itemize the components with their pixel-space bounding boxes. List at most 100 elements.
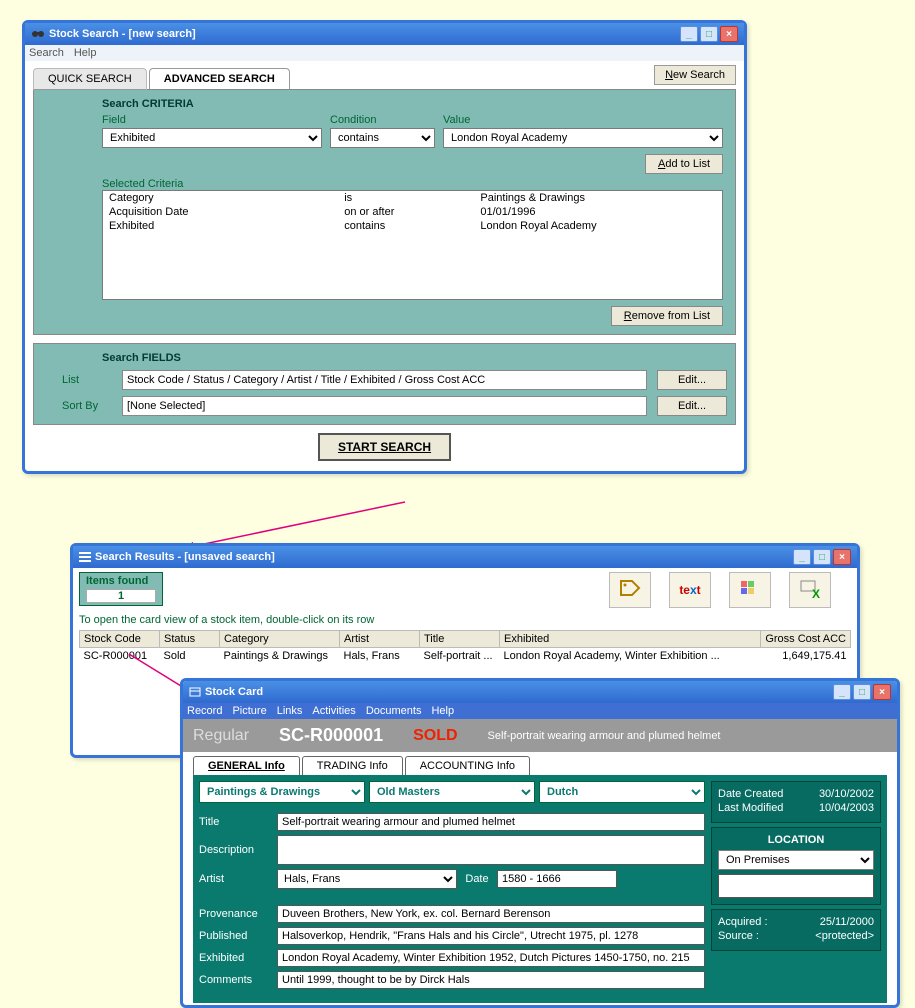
minimize-button[interactable]: _ bbox=[833, 684, 851, 700]
card-tabs: GENERAL Info TRADING Info ACCOUNTING Inf… bbox=[193, 756, 887, 775]
menu-help[interactable]: Help bbox=[74, 47, 97, 59]
category1-select[interactable]: Paintings & Drawings bbox=[199, 781, 365, 803]
value-select[interactable]: London Royal Academy bbox=[443, 128, 723, 148]
artist-select[interactable]: Hals, Frans bbox=[277, 869, 457, 889]
card-main: Paintings & Drawings Old Masters Dutch T… bbox=[193, 775, 887, 1003]
col-status[interactable]: Status bbox=[160, 631, 220, 648]
location-note[interactable] bbox=[718, 874, 874, 898]
excel-export-icon[interactable]: X bbox=[789, 572, 831, 608]
stock-code: SC-R000001 bbox=[279, 725, 383, 746]
comments-field[interactable]: Until 1999, thought to be by Dirck Hals bbox=[277, 971, 705, 989]
field-select[interactable]: Exhibited bbox=[102, 128, 322, 148]
menu-documents[interactable]: Documents bbox=[366, 705, 422, 717]
svg-text:X: X bbox=[812, 587, 820, 601]
artist-label: Artist bbox=[199, 873, 277, 885]
provenance-field[interactable]: Duveen Brothers, New York, ex. col. Bern… bbox=[277, 905, 705, 923]
stock-search-titlebar[interactable]: Stock Search - [new search] _ □ × bbox=[25, 23, 744, 45]
tab-general-info[interactable]: GENERAL Info bbox=[193, 756, 300, 775]
start-search-button[interactable]: START SEARCH bbox=[318, 433, 451, 461]
selected-criteria-list[interactable]: Category is Paintings & Drawings Acquisi… bbox=[102, 190, 723, 300]
list-label: List bbox=[62, 374, 112, 386]
menu-activities[interactable]: Activities bbox=[312, 705, 355, 717]
card-titlebar[interactable]: Stock Card _ □ × bbox=[183, 681, 897, 703]
items-found-count: 1 bbox=[86, 589, 156, 603]
date-created-value: 30/10/2002 bbox=[819, 788, 874, 800]
grid-icon[interactable] bbox=[729, 572, 771, 608]
exhibited-label: Exhibited bbox=[199, 952, 277, 964]
results-titlebar[interactable]: Search Results - [unsaved search] _ □ × bbox=[73, 546, 857, 568]
location-title: LOCATION bbox=[718, 834, 874, 846]
acquired-label: Acquired : bbox=[718, 916, 768, 928]
exhibited-field[interactable]: London Royal Academy, Winter Exhibition … bbox=[277, 949, 705, 967]
close-button[interactable]: × bbox=[720, 26, 738, 42]
card-icon bbox=[189, 686, 201, 698]
results-grid: Stock Code Status Category Artist Title … bbox=[79, 630, 851, 664]
menu-help[interactable]: Help bbox=[431, 705, 454, 717]
stock-card-window: Stock Card _ □ × Record Picture Links Ac… bbox=[180, 678, 900, 1008]
header-description: Self-portrait wearing armour and plumed … bbox=[488, 730, 721, 742]
tag-icon[interactable] bbox=[609, 572, 651, 608]
maximize-button[interactable]: □ bbox=[853, 684, 871, 700]
list-icon bbox=[79, 551, 91, 563]
col-category[interactable]: Category bbox=[220, 631, 340, 648]
published-field[interactable]: Halsoverkop, Hendrik, "Frans Hals and hi… bbox=[277, 927, 705, 945]
source-value: <protected> bbox=[815, 930, 874, 942]
title-field[interactable]: Self-portrait wearing armour and plumed … bbox=[277, 813, 705, 831]
text-search-icon[interactable]: text bbox=[669, 572, 711, 608]
sortby-field[interactable]: [None Selected] bbox=[122, 396, 647, 416]
window-title: Search Results - [unsaved search] bbox=[95, 551, 793, 563]
items-found-box: Items found 1 bbox=[79, 572, 163, 606]
remove-from-list-button[interactable]: Remove from List bbox=[611, 306, 723, 326]
description-field[interactable] bbox=[277, 835, 705, 865]
menu-record[interactable]: Record bbox=[187, 705, 222, 717]
source-label: Source : bbox=[718, 930, 759, 942]
maximize-button[interactable]: □ bbox=[813, 549, 831, 565]
fields-heading: Search FIELDS bbox=[102, 352, 727, 364]
search-tabs: QUICK SEARCH ADVANCED SEARCH New Search bbox=[33, 67, 736, 89]
location-select[interactable]: On Premises bbox=[718, 850, 874, 870]
new-search-button[interactable]: New Search bbox=[654, 65, 736, 85]
list-field[interactable]: Stock Code / Status / Category / Artist … bbox=[122, 370, 647, 390]
col-exhibited[interactable]: Exhibited bbox=[500, 631, 761, 648]
date-field[interactable]: 1580 - 1666 bbox=[497, 870, 617, 888]
card-header: Regular SC-R000001 SOLD Self-portrait we… bbox=[183, 719, 897, 752]
comments-label: Comments bbox=[199, 974, 277, 986]
search-fields-panel: Search FIELDS List Stock Code / Status /… bbox=[33, 343, 736, 425]
category3-select[interactable]: Dutch bbox=[539, 781, 705, 803]
menu-search[interactable]: Search bbox=[29, 47, 64, 59]
menu-picture[interactable]: Picture bbox=[232, 705, 266, 717]
minimize-button[interactable]: _ bbox=[793, 549, 811, 565]
category2-select[interactable]: Old Masters bbox=[369, 781, 535, 803]
menu-links[interactable]: Links bbox=[277, 705, 303, 717]
maximize-button[interactable]: □ bbox=[700, 26, 718, 42]
tab-advanced-search[interactable]: ADVANCED SEARCH bbox=[149, 68, 290, 89]
col-gross-cost[interactable]: Gross Cost ACC bbox=[761, 631, 851, 648]
condition-select[interactable]: contains bbox=[330, 128, 435, 148]
list-item[interactable]: Exhibited contains London Royal Academy bbox=[103, 219, 722, 233]
add-to-list-button[interactable]: Add to List bbox=[645, 154, 723, 174]
col-stock-code[interactable]: Stock Code bbox=[80, 631, 160, 648]
col-artist[interactable]: Artist bbox=[340, 631, 420, 648]
description-label: Description bbox=[199, 844, 277, 856]
list-item[interactable]: Acquisition Date on or after 01/01/1996 bbox=[103, 205, 722, 219]
tab-trading-info[interactable]: TRADING Info bbox=[302, 756, 403, 775]
edit-list-button[interactable]: Edit... bbox=[657, 370, 727, 390]
location-panel: LOCATION On Premises bbox=[711, 827, 881, 905]
close-button[interactable]: × bbox=[833, 549, 851, 565]
col-title[interactable]: Title bbox=[420, 631, 500, 648]
table-row[interactable]: SC-R000001 Sold Paintings & Drawings Hal… bbox=[80, 648, 851, 665]
published-label: Published bbox=[199, 930, 277, 942]
results-hint: To open the card view of a stock item, d… bbox=[79, 614, 851, 626]
edit-sortby-button[interactable]: Edit... bbox=[657, 396, 727, 416]
condition-label: Condition bbox=[330, 114, 435, 126]
tab-quick-search[interactable]: QUICK SEARCH bbox=[33, 68, 147, 90]
tab-accounting-info[interactable]: ACCOUNTING Info bbox=[405, 756, 530, 775]
record-type: Regular bbox=[193, 727, 249, 745]
close-button[interactable]: × bbox=[873, 684, 891, 700]
list-item[interactable]: Category is Paintings & Drawings bbox=[103, 191, 722, 205]
minimize-button[interactable]: _ bbox=[680, 26, 698, 42]
title-label: Title bbox=[199, 816, 277, 828]
search-criteria-panel: Search CRITERIA Field Exhibited Conditio… bbox=[33, 89, 736, 335]
acquired-value: 25/11/2000 bbox=[820, 916, 874, 928]
provenance-label: Provenance bbox=[199, 908, 277, 920]
